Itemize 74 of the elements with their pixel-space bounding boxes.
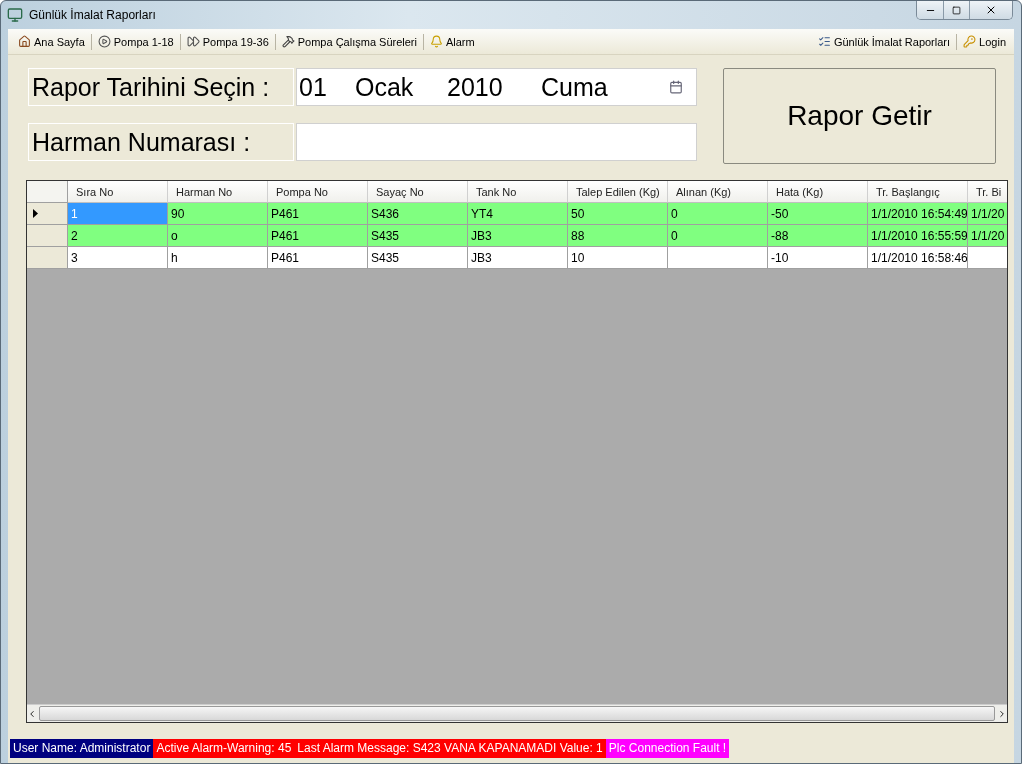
table-cell: S435 <box>368 247 468 269</box>
table-cell: S436 <box>368 203 468 225</box>
scroll-right-icon <box>997 708 1007 719</box>
toolbar-button[interactable]: Ana Sayfa <box>14 33 89 50</box>
table-cell: S435 <box>368 225 468 247</box>
column-header[interactable]: Alınan (Kg) <box>668 181 768 203</box>
column-header[interactable]: Tr. Başlangıç <box>868 181 968 203</box>
table-cell: 1/1/20 <box>968 225 1007 247</box>
toolbar-button[interactable]: Pompa 19-36 <box>182 33 273 50</box>
table-cell: -88 <box>768 225 868 247</box>
table-cell: P461 <box>268 247 368 269</box>
column-header[interactable]: Talep Edilen (Kg) <box>568 181 668 203</box>
column-header[interactable]: Tank No <box>468 181 568 203</box>
fast-forward-icon <box>186 35 200 48</box>
table-cell: JB3 <box>468 225 568 247</box>
horizontal-scrollbar[interactable] <box>27 704 1007 722</box>
app-icon <box>7 7 23 23</box>
column-header[interactable]: Pompa No <box>268 181 368 203</box>
report-button[interactable]: Rapor Getir <box>723 68 996 164</box>
hammer-icon <box>281 35 295 48</box>
current-row-icon <box>33 209 38 218</box>
toolbar-button[interactable]: Pompa Çalışma Süreleri <box>277 33 421 50</box>
column-header[interactable]: Tr. Bi <box>968 181 1007 203</box>
table-cell: 50 <box>568 203 668 225</box>
bell-icon <box>429 35 443 48</box>
close-button[interactable] <box>969 1 1012 19</box>
row-header[interactable] <box>27 203 68 225</box>
status-segment: Plc Connection Fault ! <box>605 738 730 758</box>
table-cell: 1/1/2010 16:58:46 <box>868 247 968 269</box>
column-header[interactable]: Sıra No <box>68 181 168 203</box>
table-cell: 3 <box>68 247 168 269</box>
table-cell: 0 <box>668 203 768 225</box>
close-icon <box>985 4 997 16</box>
home-icon <box>18 35 31 48</box>
status-segment: Last Alarm Message: S423 VANA KAPANAMADI Value: 1 <box>294 738 606 758</box>
calendar-icon <box>669 80 683 94</box>
table-cell: 2 <box>68 225 168 247</box>
status-segment: Active Alarm-Warning: 45 <box>153 738 295 758</box>
batch-label: Harman Numarası : <box>28 123 294 161</box>
table-cell: -50 <box>768 203 868 225</box>
key-icon <box>963 35 977 48</box>
column-header[interactable]: Sayaç No <box>368 181 468 203</box>
table-cell: h <box>168 247 268 269</box>
toolbar-button[interactable]: Alarm <box>425 33 479 50</box>
table-cell: 1/1/20 <box>968 203 1007 225</box>
maximize-button[interactable] <box>943 1 969 19</box>
column-header[interactable]: Harman No <box>168 181 268 203</box>
table-cell: P461 <box>268 203 368 225</box>
date-label: Rapor Tarihini Seçin : <box>28 68 294 106</box>
status-segment: User Name: Administrator <box>10 738 154 758</box>
table-cell: 10 <box>568 247 668 269</box>
window-title: Günlük İmalat Raporları <box>29 8 157 22</box>
table-cell: -10 <box>768 247 868 269</box>
table-cell: 88 <box>568 225 668 247</box>
table-cell: P461 <box>268 225 368 247</box>
table-cell: o <box>168 225 268 247</box>
table-cell: 1 <box>68 203 168 225</box>
column-header[interactable]: Hata (Kg) <box>768 181 868 203</box>
toolbar-button[interactable]: Günlük İmalat Raporları <box>813 33 955 50</box>
table-cell: YT4 <box>468 203 568 225</box>
scroll-left-icon <box>27 708 37 719</box>
date-picker[interactable]: 01 Ocak 2010 Cuma <box>296 68 697 106</box>
table-cell: 1/1/2010 16:55:59 <box>868 225 968 247</box>
list-icon <box>817 35 831 48</box>
toolbar-button[interactable]: Pompa 1-18 <box>93 33 178 50</box>
table-cell: 0 <box>668 225 768 247</box>
table-cell: 90 <box>168 203 268 225</box>
table-cell: JB3 <box>468 247 568 269</box>
maximize-icon <box>952 5 961 15</box>
minimize-button[interactable] <box>917 1 943 19</box>
table-cell: 1/1/2010 16:54:49 <box>868 203 968 225</box>
toolbar-button[interactable]: Login <box>959 33 1010 50</box>
batch-field[interactable] <box>296 123 697 161</box>
play-icon <box>97 35 111 48</box>
